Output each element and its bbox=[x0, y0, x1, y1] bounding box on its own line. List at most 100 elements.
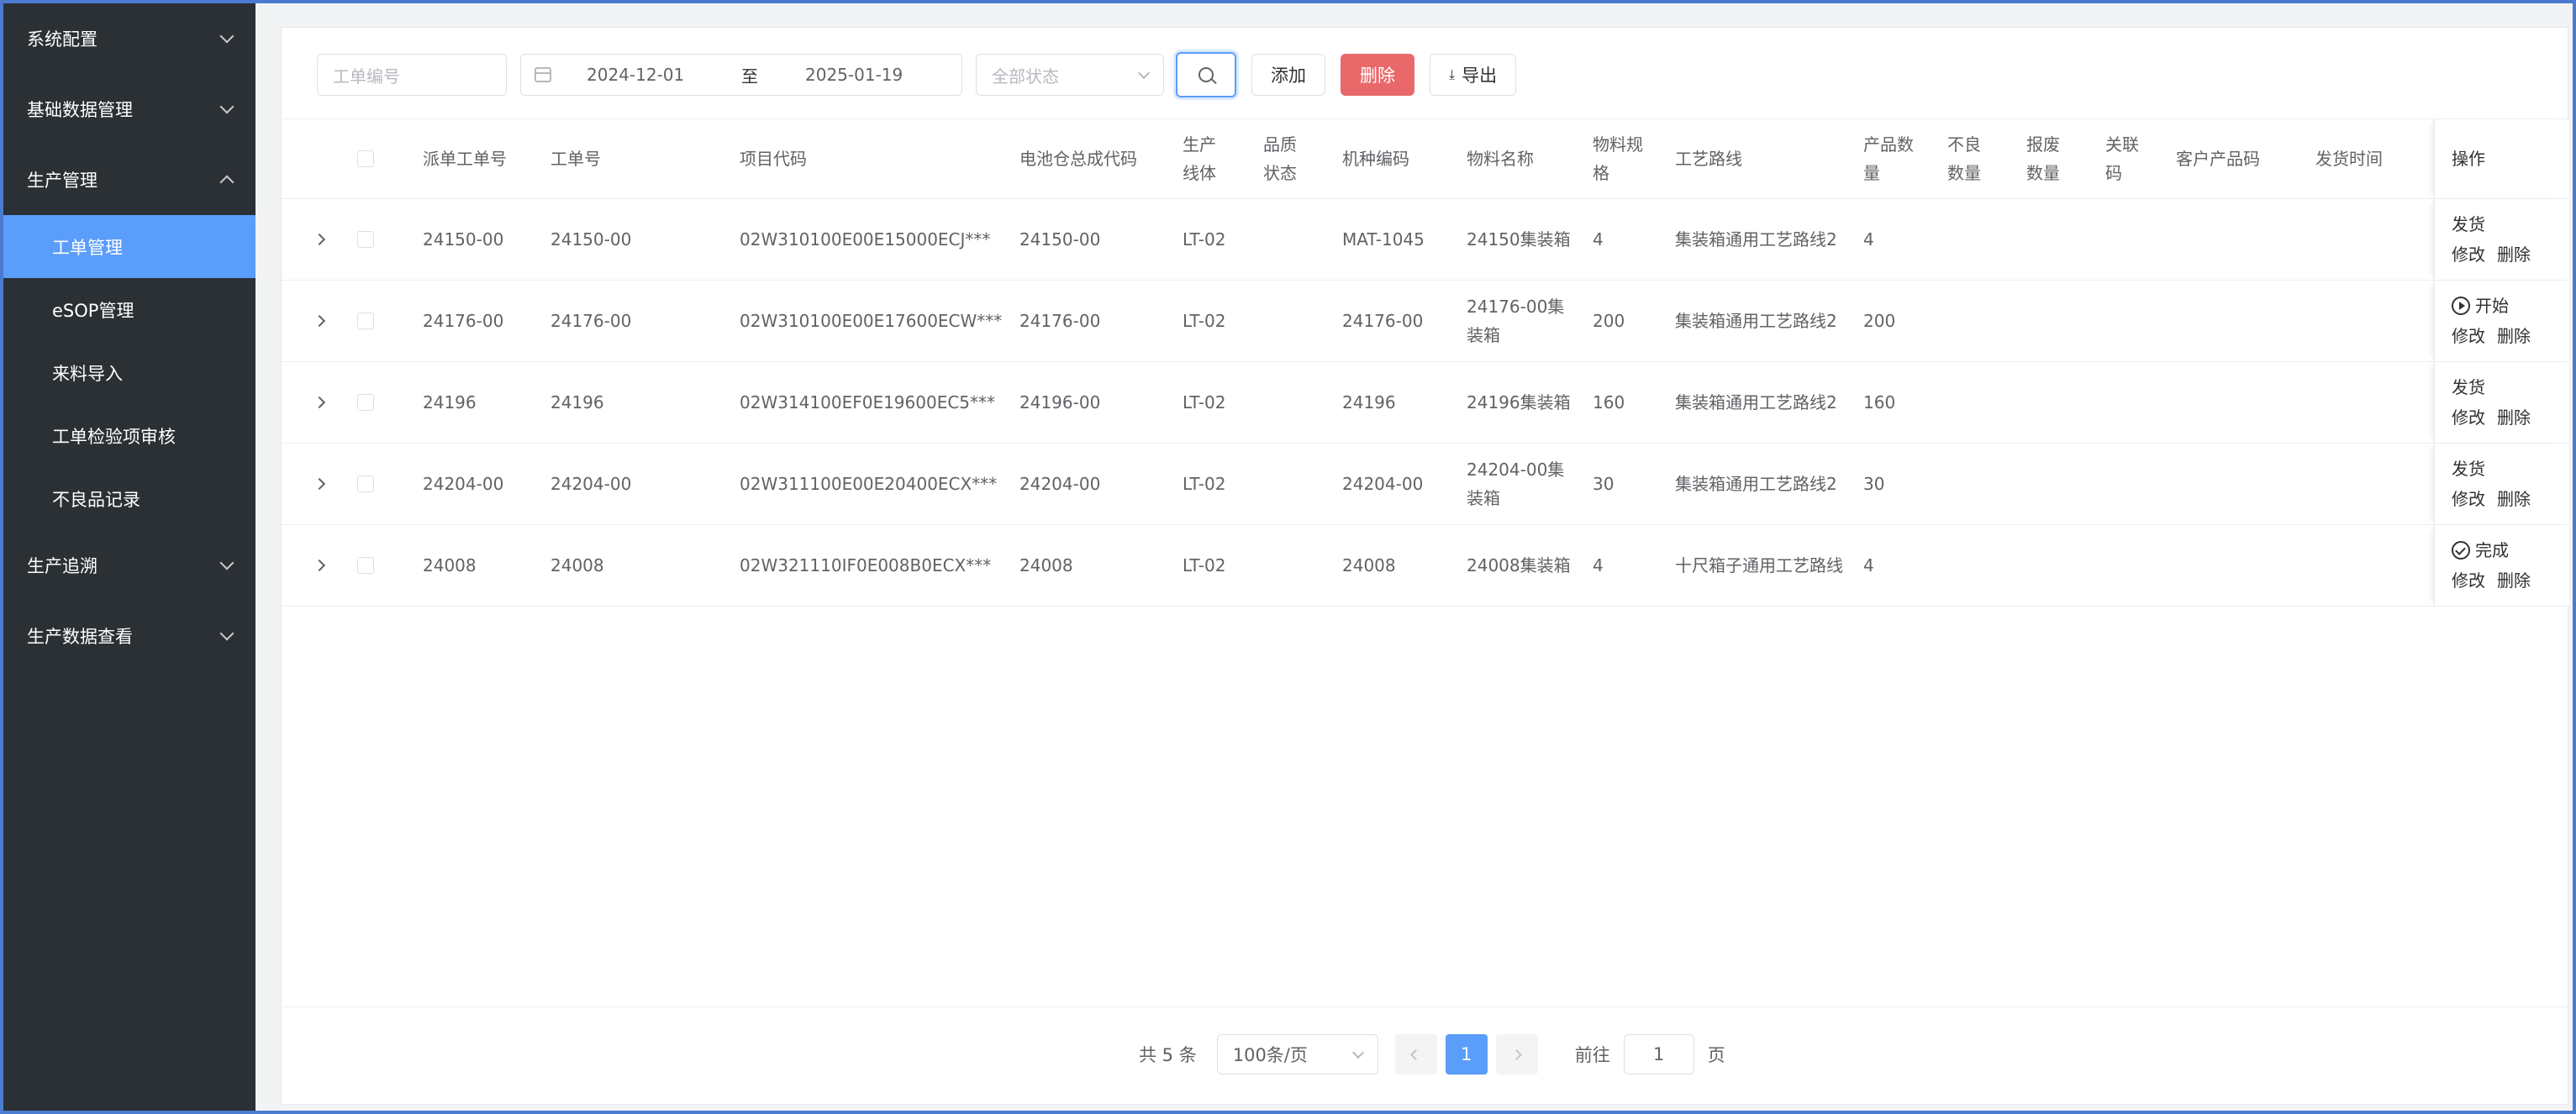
row-checkbox[interactable] bbox=[357, 394, 374, 411]
download-icon: ⤓ bbox=[1449, 66, 1456, 82]
edit-button[interactable]: 修改 bbox=[2452, 570, 2485, 591]
sidebar-group-label: 生产数据查看 bbox=[27, 627, 133, 647]
expand-cell[interactable] bbox=[307, 362, 332, 443]
page-suffix: 页 bbox=[1707, 1045, 1725, 1065]
primary-action-label: 发货 bbox=[2452, 459, 2485, 479]
cell-spec: 30 bbox=[1593, 474, 1615, 494]
play-circle-icon bbox=[2452, 297, 2470, 315]
export-button[interactable]: ⤓ 导出 bbox=[1430, 54, 1517, 96]
row-checkbox[interactable] bbox=[357, 476, 374, 492]
header-related[interactable]: 关联码 bbox=[2105, 119, 2147, 198]
sidebar-group-traceability[interactable]: 生产追溯 bbox=[3, 530, 255, 601]
row-delete-button[interactable]: 删除 bbox=[2497, 489, 2531, 509]
search-icon bbox=[1198, 67, 1214, 82]
next-page-button[interactable] bbox=[1495, 1034, 1538, 1075]
edit-button[interactable]: 修改 bbox=[2452, 407, 2485, 428]
header-line[interactable]: 生产线体 bbox=[1183, 119, 1225, 198]
status-select[interactable]: 全部状态 bbox=[976, 54, 1164, 96]
edit-button[interactable]: 修改 bbox=[2452, 244, 2485, 265]
sidebar-group-basic-data[interactable]: 基础数据管理 bbox=[3, 74, 255, 145]
sidebar-item-inspection-review[interactable]: 工单检验项审核 bbox=[3, 404, 255, 467]
chevron-right-icon bbox=[1511, 1048, 1523, 1060]
row-select-cell bbox=[357, 281, 374, 361]
date-start[interactable]: 2024-12-01 bbox=[587, 65, 730, 85]
row-select-cell bbox=[357, 525, 374, 606]
cell-route: 集装箱通用工艺路线2 bbox=[1675, 392, 1837, 412]
sidebar-group-production[interactable]: 生产管理 bbox=[3, 145, 255, 215]
cell-qty: 4 bbox=[1863, 229, 1874, 250]
app-window: 系统配置 基础数据管理 生产管理 工单管理 eSOP管理 来料导入 工单检验项审… bbox=[0, 0, 2576, 1114]
header-qty[interactable]: 产品数量 bbox=[1863, 119, 1927, 198]
chevron-right-icon bbox=[313, 559, 326, 572]
add-button[interactable]: 添加 bbox=[1251, 54, 1325, 96]
row-checkbox[interactable] bbox=[357, 557, 374, 574]
cell-work-no: 24008 bbox=[550, 555, 604, 575]
cell-work-no: 24150-00 bbox=[550, 229, 632, 250]
edit-button[interactable]: 修改 bbox=[2452, 489, 2485, 509]
header-battery-code[interactable]: 电池仓总成代码 bbox=[1019, 119, 1162, 198]
ops-cell: 完成修改 删除 bbox=[2433, 525, 2569, 606]
cell-dispatch-no: 24150-00 bbox=[423, 229, 504, 250]
ops-cell: 发货修改 删除 bbox=[2433, 444, 2569, 524]
row-delete-button[interactable]: 删除 bbox=[2497, 244, 2531, 265]
primary-action-button[interactable]: 完成 bbox=[2452, 535, 2542, 565]
work-order-input[interactable]: 工单编号 bbox=[317, 54, 507, 96]
search-button[interactable] bbox=[1176, 52, 1236, 97]
chevron-left-icon bbox=[1410, 1048, 1422, 1060]
table-row[interactable]: 24196 24196 02W314100EF0E19600EC5*** 24196-… bbox=[282, 362, 2569, 444]
sidebar-item-defect-records[interactable]: 不良品记录 bbox=[3, 467, 255, 530]
expand-cell[interactable] bbox=[307, 444, 332, 524]
header-dispatch-no[interactable]: 派单工单号 bbox=[423, 119, 540, 198]
select-all-checkbox[interactable] bbox=[357, 150, 374, 167]
row-delete-button[interactable]: 删除 bbox=[2497, 326, 2531, 346]
prev-page-button[interactable] bbox=[1394, 1034, 1437, 1075]
header-customer-code[interactable]: 客户产品码 bbox=[2176, 119, 2302, 198]
row-checkbox[interactable] bbox=[357, 231, 374, 248]
header-scrap[interactable]: 报废数量 bbox=[2026, 119, 2068, 198]
date-end[interactable]: 2025-01-19 bbox=[805, 65, 903, 85]
date-range-picker[interactable]: 2024-12-01 至 2025-01-19 bbox=[520, 54, 962, 96]
header-material-name[interactable]: 物料名称 bbox=[1467, 119, 1567, 198]
expand-cell[interactable] bbox=[307, 525, 332, 606]
header-model-code[interactable]: 机种编码 bbox=[1342, 119, 1443, 198]
primary-action-button[interactable]: 发货 bbox=[2452, 454, 2542, 484]
row-delete-button[interactable]: 删除 bbox=[2497, 570, 2531, 591]
edit-button[interactable]: 修改 bbox=[2452, 326, 2485, 346]
header-ops-cell: 操作 bbox=[2433, 119, 2569, 198]
sidebar-item-material-import[interactable]: 来料导入 bbox=[3, 341, 255, 404]
header-spec[interactable]: 物料规格 bbox=[1593, 119, 1657, 198]
delete-button[interactable]: 删除 bbox=[1341, 54, 1414, 96]
cell-battery-code: 24150-00 bbox=[1019, 229, 1101, 250]
primary-action-button[interactable]: 发货 bbox=[2452, 209, 2542, 239]
chevron-down-icon bbox=[219, 29, 234, 44]
select-all-cell bbox=[357, 119, 374, 198]
cell-model-code: 24008 bbox=[1342, 555, 1396, 575]
header-defect[interactable]: 不良数量 bbox=[1947, 119, 1989, 198]
header-project-code[interactable]: 项目代码 bbox=[740, 119, 857, 198]
table-row[interactable]: 24008 24008 02W321110IF0E008B0ECX*** 24008 L… bbox=[282, 525, 2569, 607]
page-size-select[interactable]: 100条/页 bbox=[1216, 1034, 1378, 1075]
table-row[interactable]: 24176-00 24176-00 02W310100E00E17600ECW***… bbox=[282, 281, 2569, 362]
table-row[interactable]: 24150-00 24150-00 02W310100E00E15000ECJ***… bbox=[282, 199, 2569, 281]
header-work-no[interactable]: 工单号 bbox=[550, 119, 635, 198]
cell-project-code: 02W321110IF0E008B0ECX*** bbox=[740, 555, 992, 575]
primary-action-button[interactable]: 发货 bbox=[2452, 372, 2542, 402]
header-ship-time[interactable]: 发货时间 bbox=[2315, 119, 2416, 198]
sidebar-item-esop[interactable]: eSOP管理 bbox=[3, 278, 255, 341]
header-route[interactable]: 工艺路线 bbox=[1675, 119, 1776, 198]
table-row[interactable]: 24204-00 24204-00 02W311100E00E20400ECX***… bbox=[282, 444, 2569, 525]
expand-cell[interactable] bbox=[307, 199, 332, 280]
cell-material-name: 24176-00集装箱 bbox=[1467, 297, 1565, 345]
page-number-current[interactable]: 1 bbox=[1445, 1034, 1488, 1075]
sidebar-item-work-orders[interactable]: 工单管理 bbox=[3, 215, 255, 278]
goto-page-input[interactable]: 1 bbox=[1623, 1034, 1694, 1075]
row-delete-button[interactable]: 删除 bbox=[2497, 407, 2531, 428]
sidebar-group-system-config[interactable]: 系统配置 bbox=[3, 3, 255, 74]
expand-cell[interactable] bbox=[307, 281, 332, 361]
row-select-cell bbox=[357, 362, 374, 443]
header-quality[interactable]: 品质状态 bbox=[1263, 119, 1305, 198]
primary-action-button[interactable]: 开始 bbox=[2452, 291, 2542, 321]
cell-line: LT-02 bbox=[1183, 229, 1226, 250]
row-checkbox[interactable] bbox=[357, 313, 374, 329]
sidebar-group-production-data[interactable]: 生产数据查看 bbox=[3, 601, 255, 671]
